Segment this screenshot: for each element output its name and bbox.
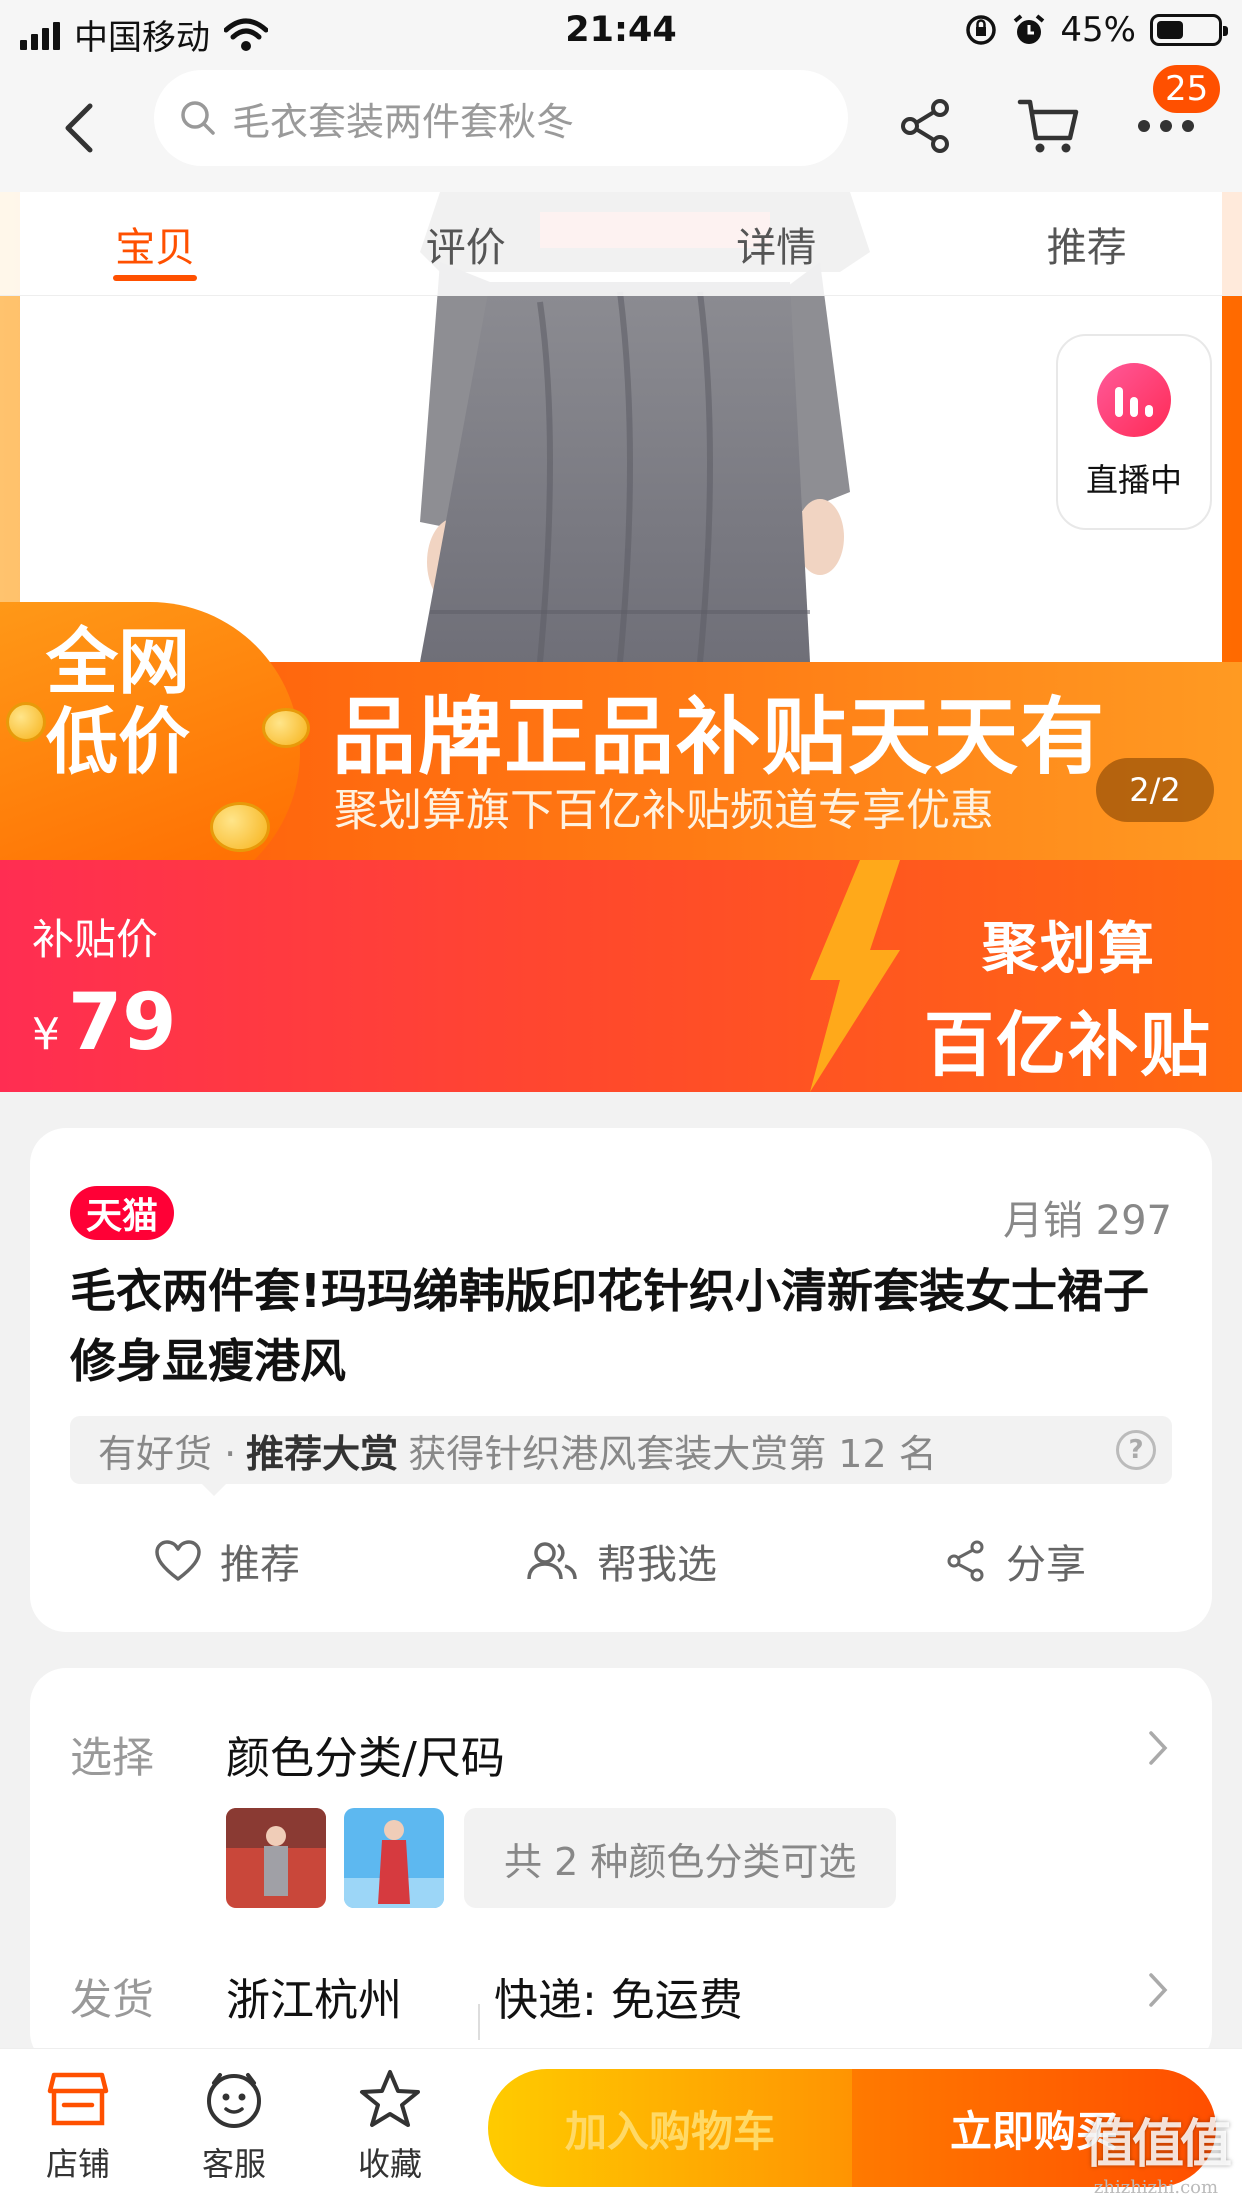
monthly-sales: 月销 297 [1002,1198,1172,1244]
add-to-cart-button[interactable]: 加入购物车 [488,2069,852,2187]
image-pager: 2/2 [1096,758,1214,822]
price-label: 补贴价 [32,915,159,964]
people-icon [527,1542,577,1580]
ship-label: 发货 [70,1975,155,2024]
tmall-badge: 天猫 [70,1186,175,1240]
watermark-logo: 值值值 [1083,2114,1232,2175]
ship-from: 浙江杭州 [226,1975,402,2026]
bottom-action-bar: 店铺 客服 收藏 加入购物车 立即购买 值值值 zhizhizhi.com [0,2048,1242,2208]
status-bar: 中国移动 21:44 45% [0,0,1242,62]
alarm-icon [1014,14,1045,44]
tab-recommend[interactable]: 推荐 [932,192,1242,295]
customer-service-label: 客服 [201,2145,266,2183]
customer-service-icon [207,2073,261,2128]
help-icon[interactable]: ? [1116,1430,1156,1470]
banner-title: 品牌正品补贴天天有 [332,688,1107,786]
subsidy-price-bar: 补贴价 ¥ 79 聚划算 百亿补贴 [0,860,1242,1092]
share-product-button[interactable]: 分享 [818,1516,1212,1606]
divider [478,2004,480,2040]
tab-reviews[interactable]: 评价 [311,192,622,295]
low-price-label: 全网低价 [46,620,191,784]
select-label: 选择 [70,1733,155,1782]
ship-chevron[interactable] [1140,1972,1176,2008]
chevron-right-icon [1149,1731,1168,1765]
orientation-lock-icon [966,15,997,45]
recommend-prefix: 有好货 · [98,1431,237,1476]
section-tabs: 宝贝 评价 详情 推荐 [0,192,1242,296]
color-1-image [226,1808,326,1908]
back-button[interactable] [50,98,110,158]
heart-icon [155,1540,201,1581]
battery-percent: 45% [1060,10,1136,50]
share-icon [947,1540,984,1582]
options-card: 选择 颜色分类/尺码 共 2 种颜色分类可选 发货 浙江杭州 快递: 免运费 [30,1668,1212,2068]
search-icon [181,101,215,135]
color-thumbnail-1[interactable] [226,1808,326,1908]
help-me-choose-button[interactable]: 帮我选 [424,1516,818,1606]
recommend-label: 推荐 [220,1542,300,1588]
select-chevron[interactable] [1140,1730,1176,1766]
product-hero: 宝贝 评价 详情 推荐 直播中 全网低价 品牌正品补贴天天有 聚划算旗下百亿补贴… [0,192,1242,860]
recommend-award-bar[interactable]: 有好货 · 推荐大赏 获得针织港风套装大赏第 12 名 ? [70,1416,1172,1484]
store-button[interactable]: 店铺 [18,2067,138,2185]
recommend-button[interactable]: 推荐 [30,1516,424,1606]
search-placeholder: 毛衣套装两件套秋冬 [232,99,575,144]
live-label: 直播中 [1085,461,1182,499]
share-label: 分享 [1006,1542,1086,1588]
product-title: 毛衣两件套!玛玛绨韩版印花针织小清新套装女士裙子修身显瘦港风 [70,1264,1149,1388]
customer-service-button[interactable]: 客服 [174,2067,294,2185]
recommend-bar-pointer [200,1482,228,1496]
store-label: 店铺 [45,2145,110,2183]
chevron-right-icon [1149,1973,1168,2007]
search-bar[interactable]: 毛衣套装两件套秋冬 [154,70,848,166]
billion-subsidy-label: 百亿补贴 [924,1004,1212,1086]
store-icon [47,2072,109,2126]
message-count-badge: 25 [1150,62,1224,116]
favorite-label: 收藏 [357,2145,422,2183]
share-button[interactable] [890,90,962,162]
price: ¥ 79 [32,978,177,1068]
tab-details[interactable]: 详情 [621,192,932,295]
juhuasuan-logo: 聚划算 百亿补贴 [924,904,1212,1090]
product-info-card: 天猫 月销 297 毛衣两件套!玛玛绨韩版印花针织小清新套装女士裙子修身显瘦港风… [30,1128,1212,1632]
watermark-url: zhizhizhi.com [1093,2177,1219,2198]
recommend-award: 推荐大赏 [246,1431,399,1476]
chevron-left-icon [65,103,93,153]
subsidy-banner[interactable]: 全网低价 品牌正品补贴天天有 聚划算旗下百亿补贴频道专享优惠 2/2 [0,602,1242,860]
color-2-image [344,1808,444,1908]
select-value[interactable]: 颜色分类/尺码 [226,1722,505,1786]
watermark: 值值值 zhizhizhi.com [1083,2102,1232,2198]
price-value: 79 [68,978,177,1068]
help-me-choose-label: 帮我选 [597,1542,717,1588]
color-thumbnail-2[interactable] [344,1808,444,1908]
status-right: 45% [964,10,1228,50]
ship-method: 快递: 免运费 [494,1975,743,2026]
cart-button[interactable] [1012,90,1084,162]
live-stream-button[interactable]: 直播中 [1056,334,1212,530]
cart-icon [1017,99,1079,153]
banner-subtitle: 聚划算旗下百亿补贴频道专享优惠 [334,785,994,836]
coin-icon [262,708,310,748]
favorite-button[interactable]: 收藏 [330,2067,450,2185]
tab-baobei[interactable]: 宝贝 [0,192,311,295]
share-icon [901,99,949,153]
product-actions: 推荐 帮我选 分享 [30,1516,1212,1606]
juhuasuan-label: 聚划算 [982,917,1156,982]
lightning-icon [810,860,900,1092]
battery-icon [1150,14,1228,46]
live-icon [1097,363,1171,437]
top-nav: 毛衣套装两件套秋冬 25 [0,62,1242,192]
color-count-pill[interactable]: 共 2 种颜色分类可选 [464,1808,897,1908]
star-icon [360,2070,420,2127]
coin-icon [210,802,270,852]
recommend-text: 获得针织港风套装大赏第 12 名 [408,1431,937,1476]
currency-symbol: ¥ [32,1009,60,1060]
coin-icon [6,702,46,742]
more-dots-icon [1138,120,1194,132]
